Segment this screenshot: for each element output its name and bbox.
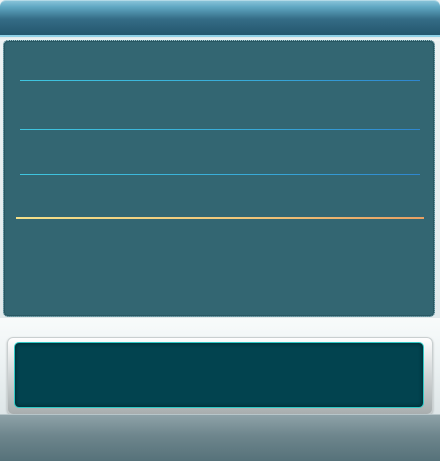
message-input[interactable] (14, 342, 424, 408)
footer-bar (0, 414, 440, 461)
content-panel (3, 40, 435, 317)
list-row-divider (20, 129, 420, 130)
app-window (0, 0, 440, 461)
input-frame (7, 337, 433, 415)
list-row-divider (20, 174, 420, 175)
selected-row-indicator (16, 217, 424, 219)
list-row-divider (20, 80, 420, 81)
title-bar[interactable] (0, 0, 440, 37)
